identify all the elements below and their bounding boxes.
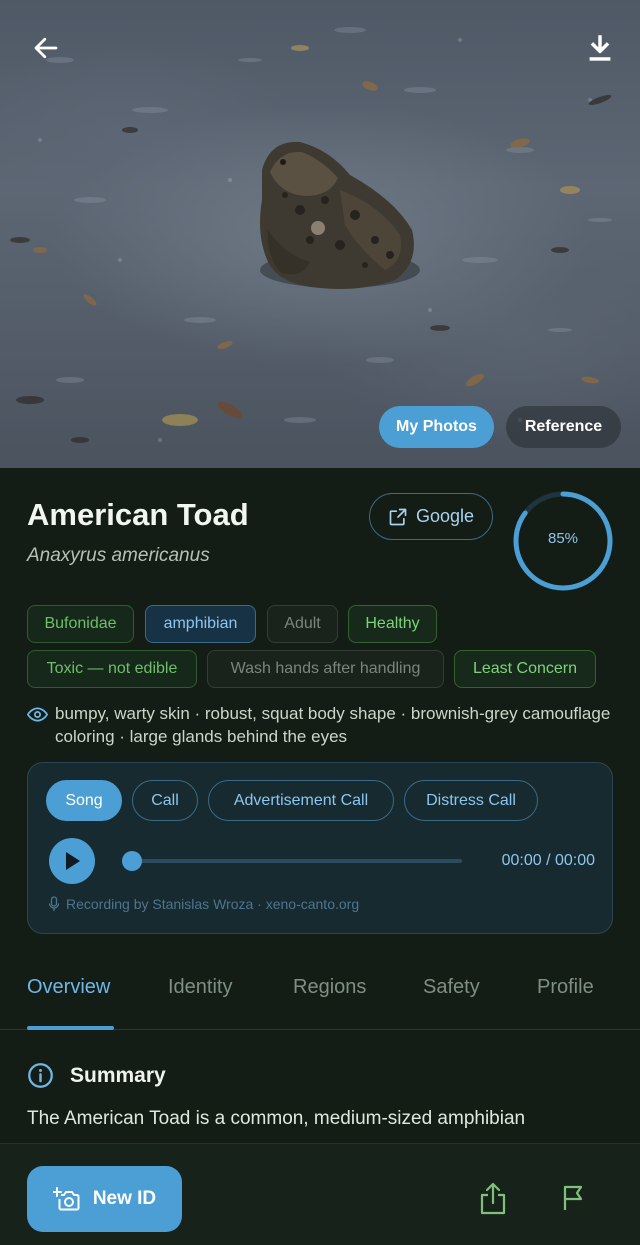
conservation-chip: Least Concern	[454, 650, 596, 688]
call-type-distress[interactable]: Distress Call	[404, 780, 538, 821]
download-button[interactable]	[580, 28, 620, 68]
call-type-call[interactable]: Call	[132, 780, 198, 821]
flag-icon	[563, 1185, 583, 1210]
share-button[interactable]	[474, 1178, 512, 1218]
eye-icon	[27, 707, 48, 722]
tab-overview[interactable]: Overview	[27, 976, 110, 999]
audio-progress-thumb[interactable]	[122, 851, 142, 871]
recording-credit: Recording by Stanislas Wroza · xeno-cant…	[48, 896, 359, 912]
call-type-advertisement[interactable]: Advertisement Call	[208, 780, 394, 821]
recording-credit-text: Recording by Stanislas Wroza · xeno-cant…	[66, 896, 360, 912]
microphone-icon	[48, 896, 60, 911]
camera-plus-icon	[52, 1187, 80, 1211]
active-tab-indicator	[27, 1026, 114, 1030]
play-button[interactable]	[49, 838, 95, 884]
handling-chip: Wash hands after handling	[207, 650, 444, 688]
class-chip: amphibian	[145, 605, 256, 643]
traits-text: bumpy, warty skin · robust, squat body s…	[55, 704, 611, 746]
tab-safety[interactable]: Safety	[423, 976, 480, 999]
section-tabs: Overview Identity Regions Safety Profile	[0, 950, 640, 1030]
confidence-value: 85%	[547, 530, 579, 547]
info-icon	[28, 1063, 53, 1088]
audio-progress-track[interactable]	[132, 859, 462, 863]
summary-text: The American Toad is a common, medium-si…	[27, 1108, 526, 1129]
new-id-button[interactable]: New ID	[27, 1166, 182, 1232]
audio-time: 00:00 / 00:00	[501, 852, 595, 869]
health-chip: Healthy	[348, 605, 437, 643]
new-id-label: New ID	[92, 1188, 157, 1209]
hero-photo: My Photos Reference	[0, 0, 640, 468]
family-chip: Bufonidae	[27, 605, 134, 643]
tab-profile[interactable]: Profile	[537, 976, 594, 999]
species-common-name: American Toad	[27, 497, 249, 532]
species-scientific-name: Anaxyrus americanus	[27, 545, 210, 566]
report-button[interactable]	[556, 1180, 592, 1216]
google-search-button[interactable]: Google	[369, 493, 493, 540]
play-icon	[66, 852, 80, 870]
google-label: Google	[415, 506, 475, 526]
bottom-action-bar: New ID	[0, 1143, 640, 1245]
reference-toggle[interactable]: Reference	[506, 406, 621, 448]
visual-traits: bumpy, warty skin · robust, squat body s…	[27, 702, 617, 748]
summary-title: Summary	[70, 1063, 166, 1087]
call-type-song[interactable]: Song	[46, 780, 122, 821]
external-link-icon	[389, 508, 407, 525]
back-button[interactable]	[26, 28, 66, 68]
audio-player-card: Song Call Advertisement Call Distress Ca…	[27, 762, 613, 934]
my-photos-toggle[interactable]: My Photos	[379, 406, 494, 448]
toad-photo	[10, 27, 612, 443]
tab-identity[interactable]: Identity	[168, 976, 232, 999]
download-icon	[589, 35, 611, 61]
share-icon	[480, 1182, 506, 1215]
summary-header: Summary	[27, 1062, 166, 1089]
tab-regions[interactable]: Regions	[293, 976, 366, 999]
toxicity-chip: Toxic — not edible	[27, 650, 197, 688]
life-stage-chip: Adult	[267, 605, 338, 643]
arrow-left-icon	[34, 37, 58, 59]
